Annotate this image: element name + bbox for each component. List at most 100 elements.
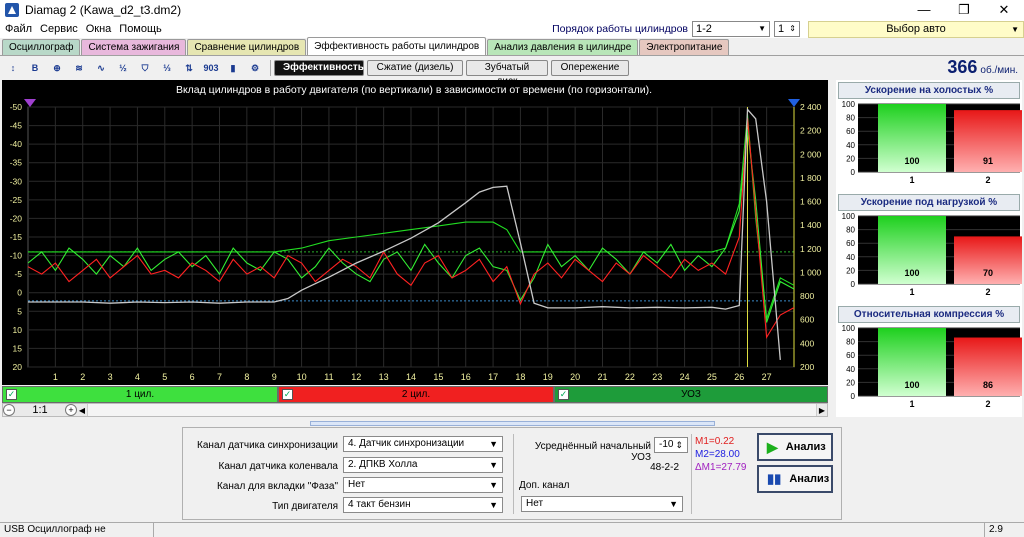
panel-splitter[interactable]: [310, 421, 715, 426]
bar-value-label: 100: [904, 268, 919, 278]
analyze-bars-button[interactable]: ▮▮ Анализ: [757, 465, 833, 493]
bar-category-label: 1: [909, 175, 914, 185]
m1-readout: M1=0.22: [695, 436, 735, 447]
subtab-compression-diesel[interactable]: Сжатие (дизель): [367, 60, 463, 76]
analyze-button[interactable]: ▶ Анализ: [757, 433, 833, 461]
channel-uoz[interactable]: ✓ УОЗ: [554, 386, 828, 403]
right-y-tick: 2 200: [800, 126, 822, 136]
chart-lines-icon[interactable]: ≋: [69, 59, 89, 77]
zoom-scroll-bar: − 1:1 + ◀ ▶: [2, 403, 828, 417]
menu-service[interactable]: Сервис: [37, 23, 81, 35]
bar-value-label: 70: [983, 268, 993, 278]
analysis-settings-panel: Канал датчика синхронизации 4. Датчик си…: [182, 427, 842, 520]
zoom-in-icon[interactable]: +: [65, 404, 77, 416]
bar-y-tick: 0: [851, 392, 856, 401]
extra-channel-select[interactable]: Нет ▼: [521, 496, 683, 512]
left-y-tick: -15: [10, 232, 23, 242]
tab-pressure-analysis[interactable]: Анализ давления в цилиндре: [487, 39, 639, 55]
bar-y-tick: 40: [846, 365, 855, 374]
channel-cyl2[interactable]: ✓ 2 цил.: [278, 386, 554, 403]
bar-y-tick: 60: [846, 239, 855, 248]
x-tick: 10: [297, 372, 307, 382]
idle-acceleration-panel: Ускорение на холостых % 100 80 60 40 20 0 100 1…: [836, 80, 1022, 186]
auto-select-dropdown[interactable]: Выбор авто ▼: [808, 20, 1024, 38]
bar-value-label: 91: [983, 156, 993, 166]
x-tick: 12: [351, 372, 361, 382]
maximize-button[interactable]: ❐: [944, 0, 984, 20]
cursor-tool-icon[interactable]: ↕: [3, 59, 23, 77]
bar-y-tick: 20: [846, 154, 855, 163]
chart-title: Вклад цилиндров в работу двигателя (по в…: [176, 84, 652, 96]
subtab-efficiency[interactable]: Эффективность: [274, 60, 364, 76]
x-tick: 5: [162, 372, 167, 382]
sync-channel-value: 4. Датчик синхронизации: [348, 438, 465, 449]
compare-icon[interactable]: ⇅: [179, 59, 199, 77]
close-button[interactable]: ✕: [984, 0, 1024, 20]
load-acceleration-title: Ускорение под нагрузкой %: [838, 194, 1020, 211]
filter-icon[interactable]: ⛉: [135, 59, 155, 77]
x-tick: 14: [406, 372, 416, 382]
x-tick: 6: [190, 372, 195, 382]
rpm-meter-icon[interactable]: ⊕: [47, 59, 67, 77]
main-tabs: Осциллограф Система зажигания Сравнение …: [0, 37, 1024, 56]
efficiency-chart-svg[interactable]: Вклад цилиндров в работу двигателя (по в…: [2, 80, 828, 385]
crank-channel-value: 2. ДПКВ Холла: [348, 459, 418, 470]
fraction-icon[interactable]: ½: [113, 59, 133, 77]
x-tick: 3: [108, 372, 113, 382]
tab-power-supply[interactable]: Электропитание: [639, 39, 730, 55]
sync-channel-select[interactable]: 4. Датчик синхронизации ▼: [343, 436, 503, 452]
divider: [691, 434, 692, 514]
tab-oscilloscope[interactable]: Осциллограф: [2, 39, 81, 55]
marker-m1-icon: [24, 99, 36, 107]
version-label: 2.9: [984, 522, 1024, 537]
horizontal-scrollbar[interactable]: [87, 404, 817, 416]
zoom-out-icon[interactable]: −: [3, 404, 15, 416]
uoz-stepper[interactable]: -10 ⇕: [654, 437, 688, 453]
minimize-button[interactable]: —: [904, 0, 944, 20]
efficiency-chart[interactable]: Вклад цилиндров в работу двигателя (по в…: [2, 80, 828, 385]
engine-type-select[interactable]: 4 такт бензин ▼: [343, 497, 503, 513]
uoz-value: -10: [659, 439, 674, 450]
channel-cyl1[interactable]: ✓ 1 цил.: [2, 386, 278, 403]
crank-channel-label: Канал датчика коленвала: [218, 461, 338, 472]
wave-icon[interactable]: ∿: [91, 59, 111, 77]
subtab-advance[interactable]: Опережение: [551, 60, 629, 76]
x-tick: 20: [570, 372, 580, 382]
menu-file[interactable]: Файл: [2, 23, 35, 35]
bar-category-label: 1: [909, 399, 914, 409]
subtab-toothed-disk[interactable]: Зубчатый диск: [466, 60, 548, 87]
relative-compression-panel: Относительная компрессия % 100 80 60 40 20 0 1…: [836, 304, 1022, 410]
x-tick: 21: [597, 372, 607, 382]
spin-arrows-icon: ⇕: [789, 24, 796, 33]
phase-channel-select[interactable]: Нет ▼: [343, 477, 503, 493]
degree-icon[interactable]: 903: [201, 59, 221, 77]
menu-help[interactable]: Помощь: [116, 23, 165, 35]
idle-acceleration-chart: 100 80 60 40 20 0 100 1 91 2: [842, 100, 1022, 185]
extra-channel-value: Нет: [526, 498, 544, 509]
menu-windows[interactable]: Окна: [83, 23, 115, 35]
analyze-button-label: Анализ: [785, 441, 826, 453]
cylinder-order-select[interactable]: 1-2 ▼: [692, 21, 770, 37]
bar-y-tick: 20: [846, 266, 855, 275]
settings-filter-icon[interactable]: ⚙: [245, 59, 265, 77]
tab-cylinder-efficiency[interactable]: Эффективность работы цилиндров: [307, 37, 487, 55]
cylinder-order-value: 1-2: [696, 23, 712, 35]
x-tick: 1: [53, 372, 58, 382]
left-y-tick: 15: [13, 343, 23, 353]
scroll-left-icon[interactable]: ◀: [77, 406, 87, 415]
window-title: Diamag 2 (Kawa_d2_t3.dm2): [25, 3, 182, 17]
scroll-right-icon[interactable]: ▶: [817, 406, 827, 415]
crank-channel-select[interactable]: 2. ДПКВ Холла ▼: [343, 457, 503, 473]
x-tick: 23: [652, 372, 662, 382]
tab-cylinder-compare[interactable]: Сравнение цилиндров: [187, 39, 307, 55]
bold-b-icon[interactable]: B: [25, 59, 45, 77]
tab-ignition[interactable]: Система зажигания: [81, 39, 187, 55]
right-y-tick: 2 400: [800, 102, 822, 112]
bar-graph-icon[interactable]: ▮: [223, 59, 243, 77]
load-acceleration-panel: Ускорение под нагрузкой % 100 80 60 40 20 0 10…: [836, 192, 1022, 298]
cylinder-number-value: 1: [778, 23, 785, 35]
cylinder-number-stepper[interactable]: 1 ⇕: [774, 21, 800, 37]
counter-icon[interactable]: ⅓: [157, 59, 177, 77]
bar-category-label: 2: [985, 287, 990, 297]
bar-category-label: 2: [985, 175, 990, 185]
